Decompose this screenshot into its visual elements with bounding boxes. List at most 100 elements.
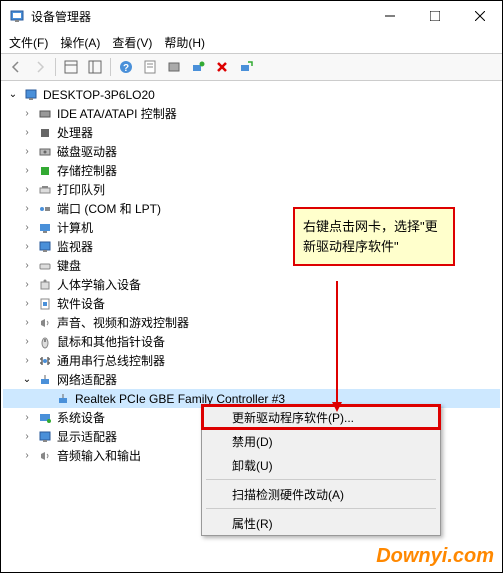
tree-item[interactable]: › 声音、视频和游戏控制器	[3, 313, 500, 332]
tree-label: 存储控制器	[57, 162, 117, 179]
svg-text:?: ?	[123, 63, 129, 74]
menu-help[interactable]: 帮助(H)	[164, 34, 205, 51]
device-icon	[37, 220, 53, 236]
device-icon	[37, 106, 53, 122]
forward-button[interactable]	[29, 56, 51, 78]
context-menu: 更新驱动程序软件(P)... 禁用(D) 卸载(U) 扫描检测硬件改动(A) 属…	[201, 404, 441, 536]
device-icon	[37, 448, 53, 464]
device-icon	[37, 239, 53, 255]
chevron-right-icon[interactable]: ›	[21, 241, 33, 252]
tree-label: 通用串行总线控制器	[57, 352, 165, 369]
tree-item-network[interactable]: ⌄ 网络适配器	[3, 370, 500, 389]
watermark: Downyi.com	[376, 545, 494, 568]
device-icon	[37, 296, 53, 312]
device-icon	[37, 429, 53, 445]
device-icon	[37, 182, 53, 198]
tree-label: IDE ATA/ATAPI 控制器	[57, 105, 177, 122]
device-icon	[37, 258, 53, 274]
back-button[interactable]	[5, 56, 27, 78]
ctx-disable[interactable]: 禁用(D)	[202, 429, 440, 453]
chevron-down-icon[interactable]: ⌄	[21, 374, 33, 385]
tree-label: 计算机	[57, 219, 93, 236]
toolbar-icon[interactable]	[60, 56, 82, 78]
menu-view[interactable]: 查看(V)	[112, 34, 152, 51]
tree-item[interactable]: › 人体学输入设备	[3, 275, 500, 294]
device-icon	[37, 125, 53, 141]
tree-label: 软件设备	[57, 295, 105, 312]
maximize-button[interactable]	[412, 1, 457, 31]
device-icon	[37, 410, 53, 426]
tree-root-label: DESKTOP-3P6LO20	[43, 88, 155, 102]
device-icon	[37, 163, 53, 179]
tree-label: 处理器	[57, 124, 93, 141]
ctx-update-driver[interactable]: 更新驱动程序软件(P)...	[202, 405, 440, 429]
chevron-down-icon[interactable]: ⌄	[7, 89, 19, 100]
tree-label: 网络适配器	[57, 371, 117, 388]
chevron-right-icon[interactable]: ›	[21, 336, 33, 347]
toolbar-icon[interactable]	[84, 56, 106, 78]
tree-label: 人体学输入设备	[57, 276, 141, 293]
device-icon	[37, 353, 53, 369]
delete-icon[interactable]	[211, 56, 233, 78]
tree-label: 鼠标和其他指针设备	[57, 333, 165, 350]
chevron-right-icon[interactable]: ›	[21, 355, 33, 366]
tree-item[interactable]: › 打印队列	[3, 180, 500, 199]
app-icon	[9, 8, 25, 24]
annotation-callout: 右键点击网卡，选择"更新驱动程序软件"	[293, 207, 455, 266]
chevron-right-icon[interactable]: ›	[21, 203, 33, 214]
menu-file[interactable]: 文件(F)	[9, 34, 48, 51]
tree-label: 显示适配器	[57, 428, 117, 445]
device-icon	[37, 144, 53, 160]
tree-label: 音频输入和输出	[57, 447, 141, 464]
chevron-right-icon[interactable]: ›	[21, 127, 33, 138]
annotation-arrow	[336, 281, 338, 409]
ctx-uninstall[interactable]: 卸载(U)	[202, 453, 440, 477]
toolbar-icon[interactable]	[235, 56, 257, 78]
chevron-right-icon[interactable]: ›	[21, 108, 33, 119]
scan-icon[interactable]	[187, 56, 209, 78]
chevron-right-icon[interactable]: ›	[21, 431, 33, 442]
tree-item[interactable]: › 存储控制器	[3, 161, 500, 180]
window-title: 设备管理器	[31, 8, 367, 25]
toolbar-icon[interactable]	[163, 56, 185, 78]
chevron-right-icon[interactable]: ›	[21, 165, 33, 176]
tree-label: 键盘	[57, 257, 81, 274]
chevron-right-icon[interactable]: ›	[21, 412, 33, 423]
computer-icon	[23, 87, 39, 103]
tree-label: 系统设备	[57, 409, 105, 426]
device-icon	[37, 277, 53, 293]
ctx-scan[interactable]: 扫描检测硬件改动(A)	[202, 482, 440, 506]
chevron-right-icon[interactable]: ›	[21, 222, 33, 233]
tree-item[interactable]: › 软件设备	[3, 294, 500, 313]
minimize-button[interactable]	[367, 1, 412, 31]
chevron-right-icon[interactable]: ›	[21, 450, 33, 461]
chevron-right-icon[interactable]: ›	[21, 317, 33, 328]
tree-label: 磁盘驱动器	[57, 143, 117, 160]
chevron-right-icon[interactable]: ›	[21, 279, 33, 290]
chevron-right-icon[interactable]: ›	[21, 184, 33, 195]
properties-icon[interactable]	[139, 56, 161, 78]
tree-item[interactable]: › IDE ATA/ATAPI 控制器	[3, 104, 500, 123]
help-icon[interactable]: ?	[115, 56, 137, 78]
tree-label: 打印队列	[57, 181, 105, 198]
device-icon	[37, 334, 53, 350]
chevron-right-icon[interactable]: ›	[21, 146, 33, 157]
menu-action[interactable]: 操作(A)	[60, 34, 100, 51]
tree-label: 监视器	[57, 238, 93, 255]
device-icon	[37, 315, 53, 331]
close-button[interactable]	[457, 1, 502, 31]
tree-item[interactable]: › 鼠标和其他指针设备	[3, 332, 500, 351]
tree-item[interactable]: › 处理器	[3, 123, 500, 142]
chevron-right-icon[interactable]: ›	[21, 260, 33, 271]
tree-label: 端口 (COM 和 LPT)	[57, 200, 161, 217]
device-icon	[37, 201, 53, 217]
separator	[206, 479, 436, 480]
tree-label: 声音、视频和游戏控制器	[57, 314, 189, 331]
tree-root[interactable]: ⌄ DESKTOP-3P6LO20	[3, 85, 500, 104]
separator	[206, 508, 436, 509]
network-icon	[37, 372, 53, 388]
tree-item[interactable]: › 通用串行总线控制器	[3, 351, 500, 370]
ctx-properties[interactable]: 属性(R)	[202, 511, 440, 535]
tree-item[interactable]: › 磁盘驱动器	[3, 142, 500, 161]
chevron-right-icon[interactable]: ›	[21, 298, 33, 309]
